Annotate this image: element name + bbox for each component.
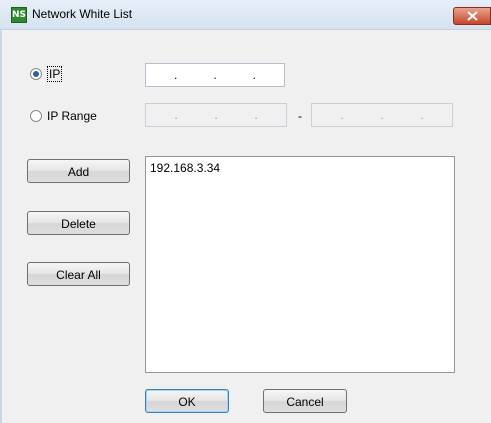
ip-range-end-input[interactable]: ... (311, 103, 453, 127)
white-list-box[interactable]: 192.168.3.34 (145, 156, 455, 373)
add-button[interactable]: Add (27, 159, 130, 183)
ip-radio-label: IP (47, 66, 63, 82)
ip-range-radio-button[interactable] (30, 110, 42, 122)
range-separator: - (298, 109, 302, 123)
close-icon (467, 11, 478, 21)
ip-radio-button[interactable] (30, 68, 42, 80)
ip-range-start-input[interactable]: ... (145, 103, 287, 127)
window-frame-edge (0, 30, 2, 423)
delete-button[interactable]: Delete (27, 211, 130, 235)
list-item[interactable]: 192.168.3.34 (150, 161, 450, 175)
ip-range-radio-label: IP Range (47, 109, 97, 123)
ip-range-radio-option[interactable]: IP Range (30, 108, 97, 124)
ip-address-input[interactable]: ... (145, 63, 285, 87)
window-title: Network White List (32, 7, 133, 21)
ok-button[interactable]: OK (145, 389, 229, 413)
clear-all-button[interactable]: Clear All (27, 262, 130, 286)
cancel-button[interactable]: Cancel (263, 389, 347, 413)
ip-radio-option[interactable]: IP (30, 66, 63, 82)
title-bar: NS Network White List (0, 0, 491, 30)
close-button[interactable] (453, 7, 491, 25)
app-logo-icon: NS (11, 7, 27, 23)
